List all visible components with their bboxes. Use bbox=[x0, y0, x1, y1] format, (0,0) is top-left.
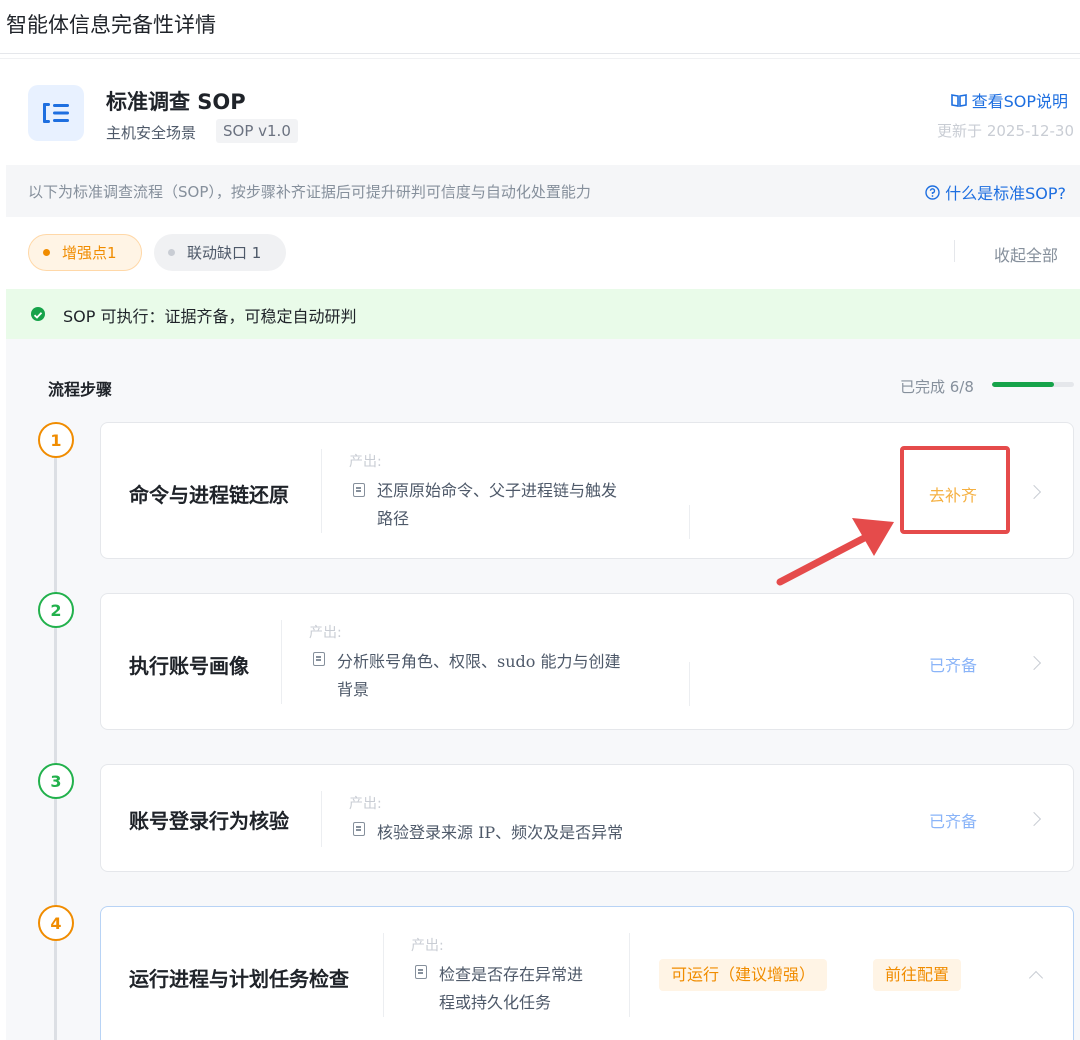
output-line: 路径 bbox=[377, 509, 410, 528]
filter-enhance-chip[interactable]: 增强点1 bbox=[28, 234, 142, 271]
output-text: 分析账号角色、权限、sudo 能力与创建 背景 bbox=[337, 648, 620, 704]
output-text: 还原原始命令、父子进程链与触发 路径 bbox=[377, 477, 617, 533]
status-complete: 已齐备 bbox=[929, 812, 978, 831]
card-divider bbox=[383, 933, 384, 1017]
output-label: 产出: bbox=[349, 454, 382, 470]
steps-heading: 流程步骤 bbox=[48, 380, 113, 399]
progress-label: 已完成 6/8 bbox=[900, 378, 974, 396]
status-complete: 已齐备 bbox=[929, 656, 978, 675]
what-is-sop-label: 什么是标准SOP? bbox=[945, 184, 1066, 203]
view-sop-label: 查看SOP说明 bbox=[971, 92, 1068, 111]
output-line: 背景 bbox=[337, 680, 370, 699]
document-icon bbox=[415, 965, 427, 979]
chevron-right-icon[interactable] bbox=[1026, 484, 1042, 500]
step-number-1: 1 bbox=[38, 422, 74, 458]
output-text: 检查是否存在异常进 程或持久化任务 bbox=[439, 961, 583, 1017]
success-banner-text: SOP 可执行：证据齐备，可稳定自动研判 bbox=[63, 307, 357, 326]
book-icon bbox=[950, 94, 967, 107]
title-divider bbox=[0, 53, 1080, 54]
step-number-2: 2 bbox=[38, 592, 74, 628]
enhance-chip-label: 增强点1 bbox=[62, 244, 117, 262]
step-title: 执行账号画像 bbox=[129, 654, 249, 678]
output-label: 产出: bbox=[309, 625, 342, 641]
timeline-line bbox=[54, 456, 57, 1040]
view-sop-link[interactable]: 查看SOP说明 bbox=[950, 88, 1068, 112]
sop-title: 标准调查 SOP bbox=[106, 90, 246, 114]
output-line: 分析账号角色、权限、sudo 能力与创建 bbox=[337, 652, 621, 671]
enhance-dot-icon bbox=[43, 249, 50, 256]
output-line: 检查是否存在异常进 bbox=[439, 965, 584, 984]
chevron-right-icon[interactable] bbox=[1026, 655, 1042, 671]
what-is-sop-link[interactable]: 什么是标准SOP? bbox=[925, 180, 1066, 204]
card-divider bbox=[629, 933, 630, 1017]
page-title: 智能体信息完备性详情 bbox=[6, 13, 216, 37]
step-title: 运行进程与计划任务检查 bbox=[129, 967, 349, 991]
document-icon bbox=[353, 822, 365, 836]
step-title: 命令与进程链还原 bbox=[129, 483, 289, 507]
output-text: 核验登录来源 IP、频次及是否异常 bbox=[377, 819, 623, 847]
step-title: 账号登录行为核验 bbox=[129, 809, 289, 833]
filter-gap-chip[interactable]: 联动缺口 1 bbox=[154, 234, 286, 271]
step-card-3[interactable]: 账号登录行为核验 产出: 核验登录来源 IP、频次及是否异常 已齐备 bbox=[100, 764, 1074, 872]
document-icon bbox=[353, 483, 365, 497]
sop-scene: 主机安全场景 bbox=[106, 124, 197, 142]
output-line: 程或持久化任务 bbox=[439, 993, 552, 1012]
card-divider bbox=[689, 662, 690, 706]
configure-button[interactable]: 前往配置 bbox=[873, 959, 962, 991]
annotation-highlight-box bbox=[900, 446, 1010, 534]
updated-date: 更新于 2025-12-30 bbox=[937, 122, 1074, 140]
chevron-right-icon[interactable] bbox=[1026, 811, 1042, 827]
step-card-4[interactable]: 运行进程与计划任务检查 产出: 检查是否存在异常进 程或持久化任务 可运行（建议… bbox=[100, 906, 1074, 1040]
success-banner: SOP 可执行：证据齐备，可稳定自动研判 bbox=[6, 289, 1080, 339]
collapse-all-button[interactable]: 收起全部 bbox=[994, 242, 1058, 266]
info-text: 以下为标准调查流程（SOP），按步骤补齐证据后可提升研判可信度与自动化处置能力 bbox=[28, 183, 591, 201]
step-card-2[interactable]: 执行账号画像 产出: 分析账号角色、权限、sudo 能力与创建 背景 已齐备 bbox=[100, 593, 1074, 730]
chevron-up-icon[interactable] bbox=[1028, 970, 1044, 986]
help-circle-icon bbox=[925, 184, 940, 200]
progress-bar bbox=[992, 382, 1074, 387]
title-divider-secondary bbox=[0, 58, 1080, 59]
output-label: 产出: bbox=[411, 938, 444, 954]
info-bar: 以下为标准调查流程（SOP），按步骤补齐证据后可提升研判可信度与自动化处置能力 … bbox=[6, 165, 1080, 217]
card-divider bbox=[321, 791, 322, 847]
check-circle-icon bbox=[31, 307, 45, 321]
gap-chip-label: 联动缺口 1 bbox=[187, 244, 262, 262]
runnable-badge: 可运行（建议增强） bbox=[659, 959, 828, 991]
output-line: 核验登录来源 IP、频次及是否异常 bbox=[377, 823, 624, 842]
filter-divider bbox=[954, 240, 955, 262]
progress-fill bbox=[992, 382, 1054, 387]
gap-dot-icon bbox=[168, 249, 175, 256]
step-number-4: 4 bbox=[38, 905, 74, 941]
output-line: 还原原始命令、父子进程链与触发 bbox=[377, 481, 618, 500]
card-divider bbox=[689, 505, 690, 539]
card-divider bbox=[281, 620, 282, 704]
sop-list-icon bbox=[28, 85, 84, 141]
step-number-3: 3 bbox=[38, 763, 74, 799]
sop-version-badge: SOP v1.0 bbox=[216, 119, 298, 143]
output-label: 产出: bbox=[349, 796, 382, 812]
annotation-arrow-icon bbox=[776, 518, 894, 586]
card-divider bbox=[321, 449, 322, 533]
document-icon bbox=[313, 652, 325, 666]
